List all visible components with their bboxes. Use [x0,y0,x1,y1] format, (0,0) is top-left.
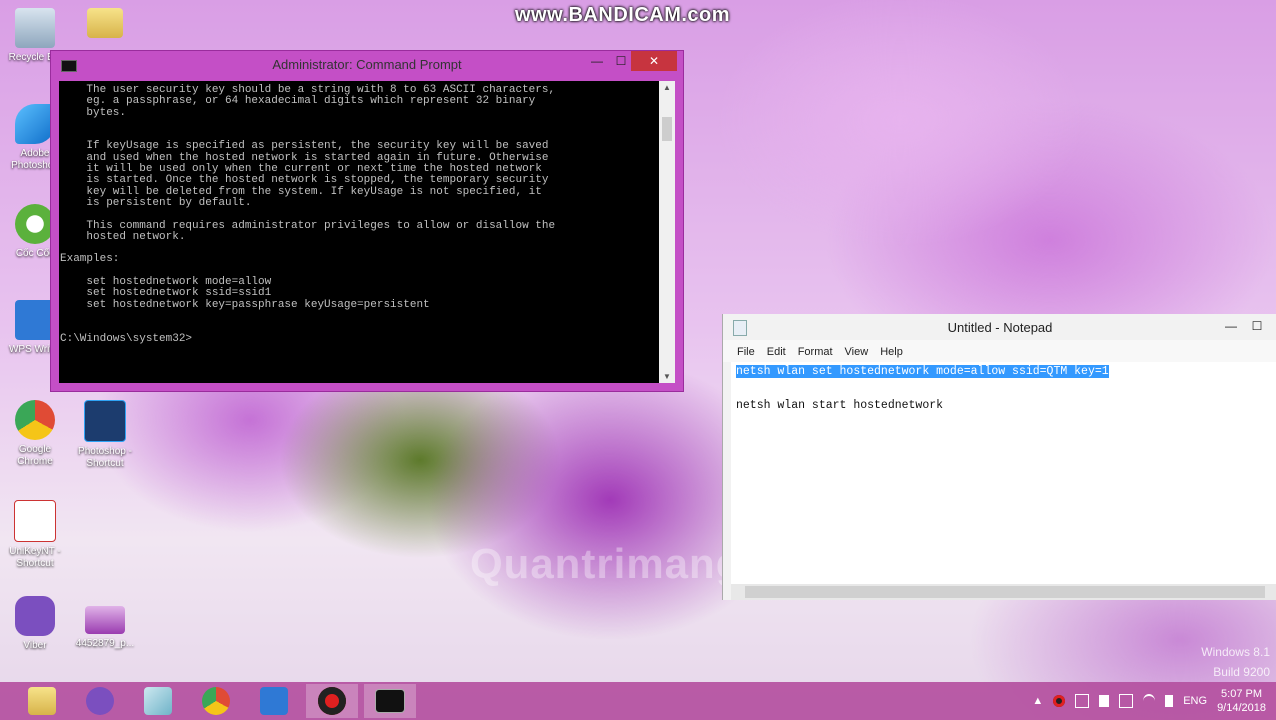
notepad-menubar: File Edit Format View Help [723,340,1276,362]
cmd-scroll-thumb[interactable] [662,117,672,141]
notepad-title: Untitled - Notepad [947,320,1053,335]
scroll-up-icon[interactable]: ▲ [659,83,675,92]
system-tray: ▲ ENG 5:07 PM 9/14/2018 [1032,682,1266,720]
chrome-icon [202,687,230,715]
desktop-icon-label: Viber [23,640,47,651]
volume-icon[interactable] [1165,695,1174,707]
wps-writer-icon [260,687,288,715]
folder-icon [28,687,56,715]
desktop-icon-google-chrome[interactable]: Google Chrome [0,400,70,468]
scroll-down-icon[interactable]: ▼ [659,372,675,381]
windows-version-line: Windows 8.1 [1201,645,1270,659]
taskbar-chrome[interactable] [190,684,242,718]
desktop-icon-photoshop-shortcut[interactable]: Photoshop - Shortcut [70,400,140,470]
notepad-icon [144,687,172,715]
menu-format[interactable]: Format [798,340,841,362]
chrome-icon [15,400,55,440]
cmd-titlebar[interactable]: Administrator: Command Prompt — ☐ ✕ [51,51,683,79]
taskbar-viber[interactable] [74,684,126,718]
bandicam-watermark: www.BANDICAM.com [515,4,731,26]
menu-file[interactable]: File [737,340,763,362]
notepad-minimize-button[interactable]: — [1217,316,1245,336]
menu-edit[interactable]: Edit [767,340,794,362]
windows-version: Windows 8.1 Build 9200 [1201,642,1270,682]
record-icon [318,687,346,715]
menu-view[interactable]: View [845,340,877,362]
show-hidden-icons-icon[interactable]: ▲ [1032,695,1043,707]
photoshop-icon [84,400,126,442]
cmd-icon [375,689,405,713]
notepad-horizontal-scrollbar[interactable] [731,584,1276,600]
desktop-icon-image-file[interactable]: 4452879_p... [70,606,140,650]
notepad-line: netsh wlan start hostednetwork [736,399,944,412]
folder-icon [87,8,123,38]
command-prompt-window[interactable]: Administrator: Command Prompt — ☐ ✕ The … [50,50,684,392]
clock[interactable]: 5:07 PM 9/14/2018 [1217,687,1266,715]
desktop-icon-folder[interactable] [70,8,140,42]
taskbar-wps-writer[interactable] [248,684,300,718]
notepad-window[interactable]: Untitled - Notepad — ☐ File Edit Format … [722,314,1276,600]
notepad-hscroll-thumb[interactable] [745,586,1265,598]
menu-help[interactable]: Help [880,340,911,362]
desktop-icon-label: Google Chrome [17,444,53,467]
flag-icon[interactable] [1099,695,1110,707]
wifi-icon[interactable] [1143,694,1156,708]
taskbar-file-explorer[interactable] [16,684,68,718]
clock-time: 5:07 PM [1221,688,1263,700]
taskbar: ▲ ENG 5:07 PM 9/14/2018 [0,682,1276,720]
notepad-maximize-button[interactable]: ☐ [1243,316,1271,336]
windows-build-line: Build 9200 [1213,665,1270,679]
viber-icon [86,687,114,715]
taskbar-notepad[interactable] [132,684,184,718]
record-status-icon[interactable] [1053,695,1066,707]
language-indicator[interactable]: ENG [1183,695,1207,707]
cmd-close-button[interactable]: ✕ [631,51,677,71]
taskbar-command-prompt[interactable] [364,684,416,718]
recycle-bin-icon [15,8,55,48]
cmd-vertical-scrollbar[interactable]: ▲ ▼ [659,81,675,383]
coccoc-icon [15,204,55,244]
adobe-feather-icon [15,104,55,144]
notepad-titlebar[interactable]: Untitled - Notepad — ☐ [723,314,1276,340]
desktop-icon-label: Photoshop - Shortcut [78,446,132,469]
console-output: The user security key should be a string… [60,84,556,345]
wps-writer-icon [15,300,55,340]
taskbar-bandicam[interactable] [306,684,358,718]
desktop-icon-label: UniKeyNT - Shortcut [9,546,61,569]
viber-icon [15,596,55,636]
desktop-icon-viber[interactable]: Viber [0,596,70,652]
clock-date: 9/14/2018 [1217,702,1266,714]
quantrimang-watermark: Quantrimang [470,540,743,587]
desktop-icon-unikey[interactable]: UniKeyNT - Shortcut [0,500,70,570]
notepad-text-area[interactable]: netsh wlan set hostednetwork mode=allow … [731,362,1276,586]
unikey-icon [14,500,56,542]
cmd-console[interactable]: The user security key should be a string… [59,81,659,383]
network-icon[interactable] [1075,694,1090,708]
notepad-line-selected: netsh wlan set hostednetwork mode=allow … [736,365,1109,378]
image-thumbnail-icon [85,606,125,634]
desktop-icon-label: 4452879_p... [75,638,135,649]
display-icon[interactable] [1119,694,1134,708]
